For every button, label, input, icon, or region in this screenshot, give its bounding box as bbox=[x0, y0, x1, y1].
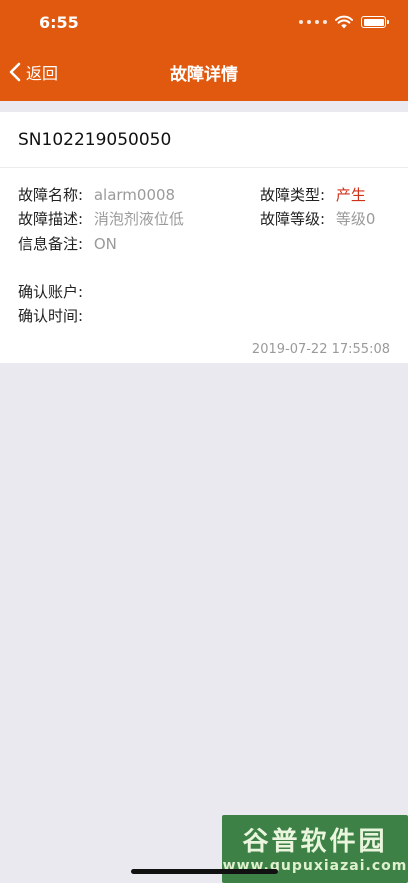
fault-type-value: 产生 bbox=[335, 186, 366, 204]
confirm-account-field: 确认账户: bbox=[18, 281, 89, 302]
signal-icon bbox=[299, 20, 327, 24]
confirm-time-label: 确认时间: bbox=[18, 307, 84, 325]
page-title: 故障详情 bbox=[170, 65, 238, 85]
fault-name-label: 故障名称: bbox=[18, 186, 84, 204]
fault-level-value: 等级0 bbox=[335, 210, 376, 228]
home-indicator[interactable] bbox=[131, 869, 278, 874]
serial-number: SN102219050050 bbox=[18, 130, 172, 150]
fault-type-field: 故障类型: 产生 bbox=[260, 184, 366, 205]
wifi-icon bbox=[335, 15, 353, 29]
info-note-label: 信息备注: bbox=[18, 235, 84, 253]
fault-desc-field: 故障描述: 消泡剂液位低 bbox=[18, 208, 184, 229]
fault-name-field: 故障名称: alarm0008 bbox=[18, 184, 175, 205]
confirm-account-label: 确认账户: bbox=[18, 283, 84, 301]
fault-level-field: 故障等级: 等级0 bbox=[260, 208, 375, 229]
timestamp: 2019-07-22 17:55:08 bbox=[251, 342, 390, 357]
status-time: 6:55 bbox=[39, 13, 79, 32]
fault-desc-value: 消泡剂液位低 bbox=[93, 210, 184, 228]
info-note-value: ON bbox=[93, 235, 117, 253]
fault-detail-card: SN102219050050 故障名称: alarm0008 故障类型: 产生 … bbox=[0, 112, 408, 363]
info-note-field: 信息备注: ON bbox=[18, 233, 117, 254]
fault-name-value: alarm0008 bbox=[93, 186, 176, 204]
divider bbox=[0, 167, 408, 168]
status-icons bbox=[299, 15, 389, 29]
watermark-main: 谷普软件园 bbox=[242, 827, 388, 857]
fault-desc-label: 故障描述: bbox=[18, 210, 84, 228]
fault-level-label: 故障等级: bbox=[260, 210, 326, 228]
battery-icon bbox=[361, 16, 389, 28]
confirm-time-field: 确认时间: bbox=[18, 305, 89, 326]
header: 6:55 返回 故障详情 bbox=[0, 0, 408, 101]
fault-type-label: 故障类型: bbox=[260, 186, 326, 204]
